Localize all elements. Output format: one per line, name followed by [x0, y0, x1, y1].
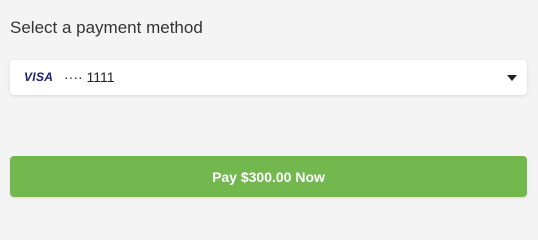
page-title: Select a payment method	[10, 18, 203, 37]
payment-method-select[interactable]: VISA ···· 1111	[10, 60, 527, 95]
pay-now-button[interactable]: Pay $300.00 Now	[10, 156, 527, 197]
masked-card-number: ···· 1111	[64, 69, 115, 85]
visa-logo: VISA	[24, 70, 54, 84]
chevron-down-icon[interactable]	[507, 75, 517, 81]
